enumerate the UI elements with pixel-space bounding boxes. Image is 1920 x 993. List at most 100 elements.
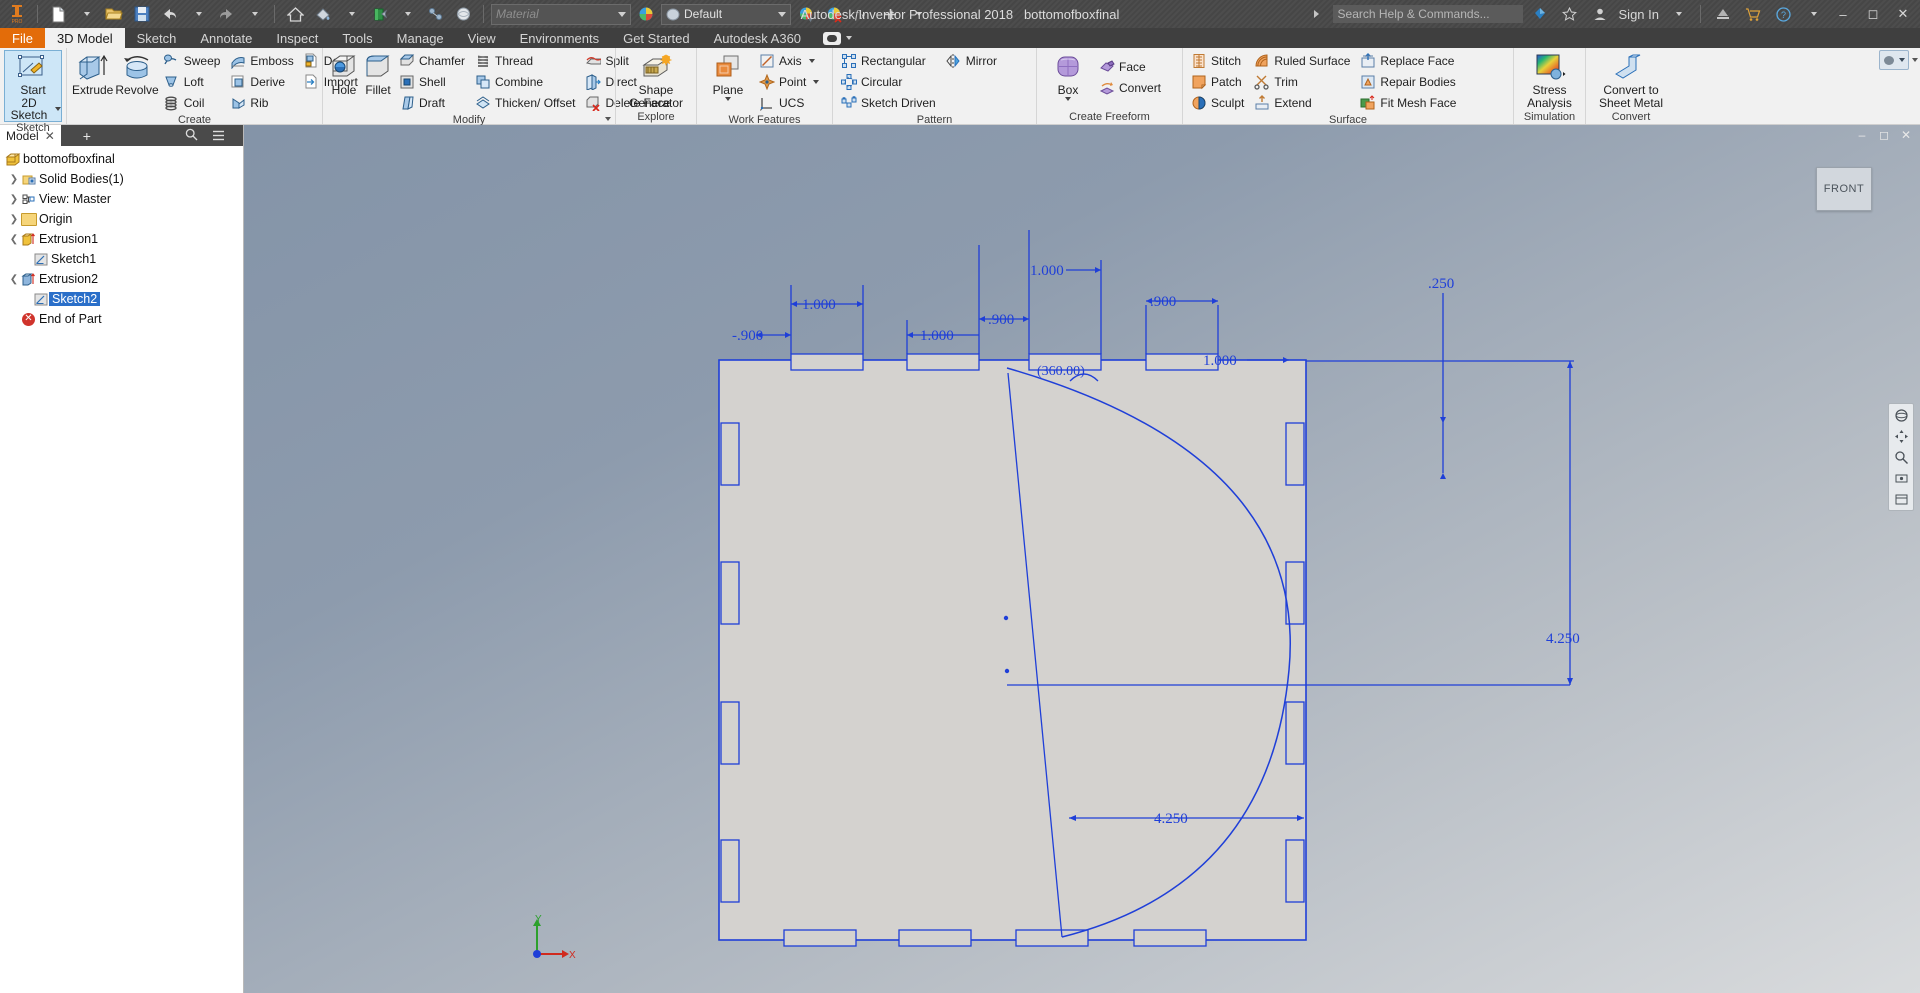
ribbon-minimize-caret-icon[interactable]	[1912, 58, 1918, 62]
sculpt-button[interactable]: Sculpt	[1188, 93, 1249, 113]
new-file-dropdown-icon[interactable]	[73, 2, 99, 26]
ucs-button[interactable]: UCS	[756, 93, 824, 113]
search-expand-icon[interactable]	[1303, 2, 1329, 26]
sweep-button[interactable]: Sweep	[161, 51, 226, 71]
panel-expand-caret-icon[interactable]	[605, 117, 611, 121]
chevron-right-icon[interactable]: ❯	[8, 174, 20, 185]
draft-button[interactable]: Draft	[396, 93, 470, 113]
graphics-canvas[interactable]: – ◻ ✕ FRONT -.900 1.000 1.000 .900 1.000…	[244, 125, 1920, 993]
browser-menu-icon[interactable]	[212, 128, 225, 144]
tree-node-solid-bodies[interactable]: ❯ Solid Bodies(1)	[0, 169, 243, 189]
search-input[interactable]: Search Help & Commands...	[1332, 5, 1523, 23]
point-dropdown-icon[interactable]	[813, 80, 820, 84]
sketch-driven-pattern-button[interactable]: Sketch Driven	[838, 93, 941, 113]
ribbon-appearance-dropdown[interactable]	[1879, 50, 1909, 70]
shell-button[interactable]: Shell	[396, 72, 470, 92]
chevron-right-icon[interactable]: ❯	[8, 194, 20, 205]
combine-button[interactable]: Combine	[472, 72, 580, 92]
material-dropdown-icon[interactable]	[394, 2, 420, 26]
home-icon[interactable]	[282, 2, 308, 26]
tab-file[interactable]: File	[0, 28, 45, 48]
material-browser-icon[interactable]	[633, 2, 659, 26]
repair-bodies-button[interactable]: Repair Bodies	[1357, 72, 1461, 92]
face-button[interactable]: Face	[1096, 57, 1166, 77]
search-icon[interactable]	[185, 128, 198, 144]
replace-face-button[interactable]: Replace Face	[1357, 51, 1461, 71]
window-close-button[interactable]: ✕	[1890, 3, 1916, 25]
tab-annotate[interactable]: Annotate	[188, 28, 264, 48]
chevron-right-icon[interactable]: ❯	[8, 214, 20, 225]
new-file-icon[interactable]	[45, 2, 71, 26]
add-to-qat-icon[interactable]	[877, 2, 903, 26]
window-minimize-button[interactable]: –	[1830, 3, 1856, 25]
tab-sketch[interactable]: Sketch	[125, 28, 189, 48]
undo-dropdown-icon[interactable]	[185, 2, 211, 26]
material-combobox[interactable]: Material	[491, 3, 631, 25]
chevron-down-icon[interactable]: ❮	[8, 274, 20, 285]
convert-to-sheet-metal-button[interactable]: Convert to Sheet Metal	[1591, 51, 1671, 109]
plane-dropdown-icon[interactable]	[725, 97, 731, 101]
document-restore-button[interactable]: ◻	[1874, 126, 1894, 144]
plane-button[interactable]: Plane	[702, 51, 754, 101]
qat-overflow-icon[interactable]	[905, 2, 931, 26]
material-bucket-icon[interactable]	[366, 2, 392, 26]
tree-node-origin[interactable]: ❯ Origin	[0, 209, 243, 229]
box-freeform-button[interactable]: Box	[1042, 51, 1094, 101]
tab-autodesk-a360[interactable]: Autodesk A360	[702, 28, 813, 48]
clear-appearance-icon[interactable]	[821, 2, 847, 26]
tree-node-root[interactable]: bottomofboxfinal	[0, 149, 243, 169]
tab-manage[interactable]: Manage	[385, 28, 456, 48]
appearance-dropdown-icon[interactable]	[338, 2, 364, 26]
measure-icon[interactable]	[422, 2, 448, 26]
help-icon[interactable]: ?	[1770, 2, 1796, 26]
document-minimize-button[interactable]: –	[1852, 126, 1872, 144]
axis-dropdown-icon[interactable]	[808, 59, 815, 63]
extrude-button[interactable]: Extrude	[72, 51, 113, 96]
autodesk-a360-icon[interactable]	[1710, 2, 1736, 26]
shape-generator-button[interactable]: Shape Generator	[622, 51, 690, 109]
parameters-fx-icon[interactable]: fx	[849, 2, 875, 26]
tab-inspect[interactable]: Inspect	[264, 28, 330, 48]
chamfer-button[interactable]: Chamfer	[396, 51, 470, 71]
fit-mesh-face-button[interactable]: Fit Mesh Face	[1357, 93, 1461, 113]
box-freeform-dropdown-icon[interactable]	[1065, 97, 1071, 101]
tab-environments[interactable]: Environments	[508, 28, 611, 48]
tree-node-view-master[interactable]: ❯ View: Master	[0, 189, 243, 209]
ruled-surface-button[interactable]: Ruled Surface	[1251, 51, 1355, 71]
add-tab-icon[interactable]: +	[83, 128, 91, 144]
appearance-paint-icon[interactable]	[310, 2, 336, 26]
tab-view[interactable]: View	[456, 28, 508, 48]
coil-button[interactable]: Coil	[161, 93, 226, 113]
extend-button[interactable]: Extend	[1251, 93, 1355, 113]
cloud-status-indicator[interactable]	[813, 28, 862, 48]
sphere-icon[interactable]	[450, 2, 476, 26]
start-2d-sketch-dropdown-icon[interactable]	[55, 107, 61, 111]
autodesk-app-store-icon[interactable]	[1527, 2, 1553, 26]
rib-button[interactable]: Rib	[227, 93, 298, 113]
point-button[interactable]: Point	[756, 72, 824, 92]
circular-pattern-button[interactable]: Circular	[838, 72, 941, 92]
tree-node-sketch2[interactable]: Sketch2	[0, 289, 243, 309]
patch-button[interactable]: Patch	[1188, 72, 1249, 92]
sign-in-label[interactable]: Sign In	[1617, 2, 1661, 26]
undo-icon[interactable]	[157, 2, 183, 26]
derive-button[interactable]: Derive	[227, 72, 298, 92]
stitch-button[interactable]: Stitch	[1188, 51, 1249, 71]
thicken-offset-button[interactable]: Thicken/ Offset	[472, 93, 580, 113]
tab-3d-model[interactable]: 3D Model	[44, 28, 125, 48]
emboss-button[interactable]: Emboss	[227, 51, 298, 71]
cart-icon[interactable]	[1740, 2, 1766, 26]
open-file-icon[interactable]	[101, 2, 127, 26]
axis-button[interactable]: Axis	[756, 51, 824, 71]
document-close-button[interactable]: ✕	[1896, 126, 1916, 144]
appearance-browser-icon[interactable]	[793, 2, 819, 26]
mirror-button[interactable]: Mirror	[943, 51, 1002, 71]
save-icon[interactable]	[129, 2, 155, 26]
sign-in-dropdown-icon[interactable]	[1665, 2, 1691, 26]
appearance-combobox[interactable]: Default	[661, 3, 791, 25]
loft-button[interactable]: Loft	[161, 72, 226, 92]
help-dropdown-icon[interactable]	[1800, 2, 1826, 26]
tree-node-sketch1[interactable]: Sketch1	[0, 249, 243, 269]
rectangular-pattern-button[interactable]: Rectangular	[838, 51, 941, 71]
trim-button[interactable]: Trim	[1251, 72, 1355, 92]
